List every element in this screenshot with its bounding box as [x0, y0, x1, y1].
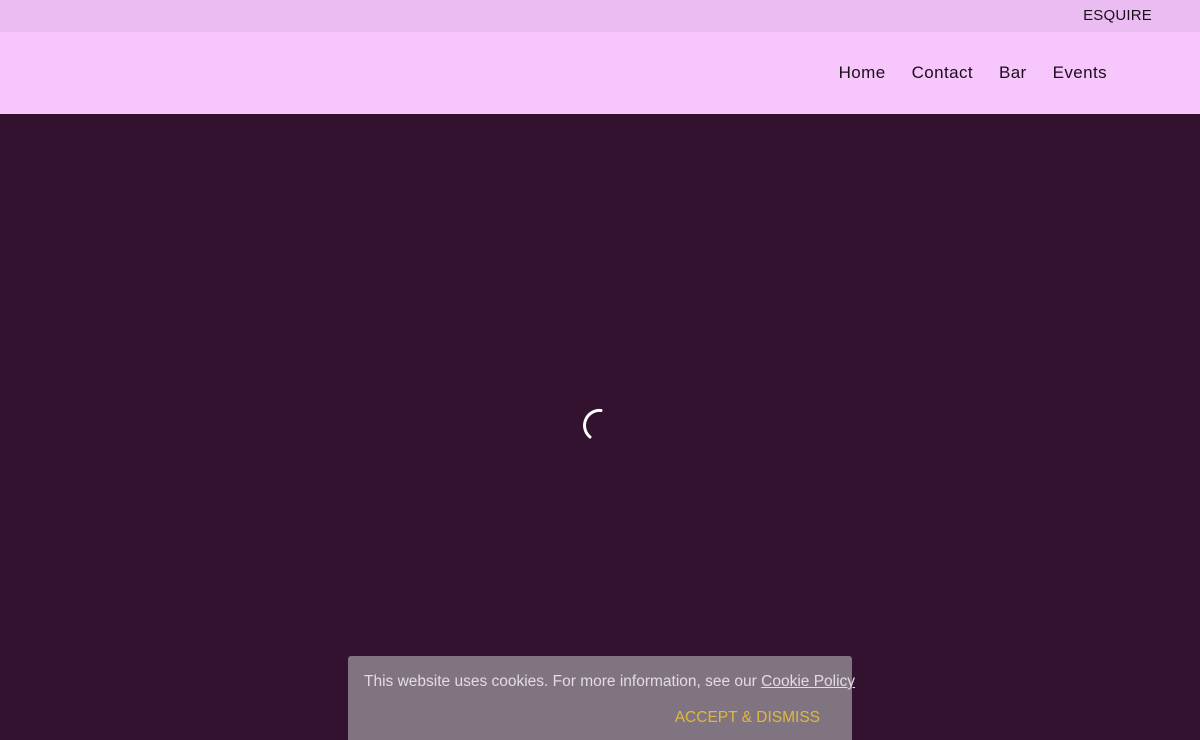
- main-nav: Home Contact Bar Events: [839, 32, 1107, 114]
- nav-item-contact[interactable]: Contact: [912, 63, 973, 83]
- site-header: Home Contact Bar Events: [0, 32, 1200, 114]
- cookie-message-text: This website uses cookies. For more info…: [364, 673, 762, 690]
- nav-item-events[interactable]: Events: [1053, 63, 1107, 83]
- cookie-message: This website uses cookies. For more info…: [364, 673, 855, 691]
- nav-item-home[interactable]: Home: [839, 63, 886, 83]
- cookie-policy-link[interactable]: Cookie Policy: [761, 673, 855, 690]
- top-bar: ESQUIRE: [0, 0, 1200, 32]
- loading-spinner-icon: [583, 408, 603, 439]
- page: ESQUIRE Home Contact Bar Events This web…: [0, 0, 1200, 740]
- esquire-link[interactable]: ESQUIRE: [1083, 0, 1152, 32]
- accept-dismiss-button[interactable]: ACCEPT & DISMISS: [675, 709, 820, 727]
- nav-item-bar[interactable]: Bar: [999, 63, 1027, 83]
- cookie-banner: This website uses cookies. For more info…: [348, 656, 855, 740]
